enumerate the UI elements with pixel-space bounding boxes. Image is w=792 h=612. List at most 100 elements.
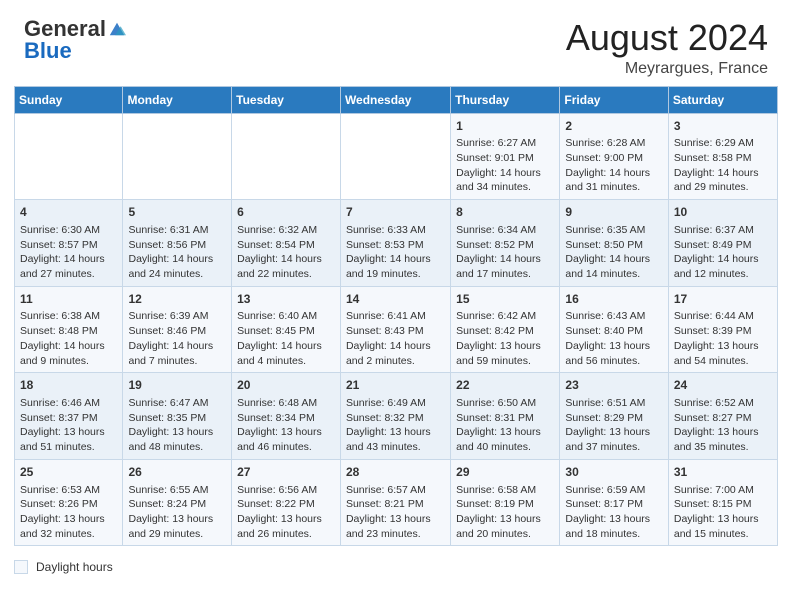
day-info: Daylight: 14 hours and 24 minutes. [128,252,226,281]
day-info: Sunrise: 6:44 AM [674,309,772,324]
calendar-cell: 7Sunrise: 6:33 AMSunset: 8:53 PMDaylight… [340,200,450,287]
calendar-cell: 22Sunrise: 6:50 AMSunset: 8:31 PMDayligh… [451,373,560,460]
calendar-cell: 5Sunrise: 6:31 AMSunset: 8:56 PMDaylight… [123,200,232,287]
day-info: Sunset: 8:52 PM [456,238,554,253]
day-info: Daylight: 14 hours and 4 minutes. [237,339,335,368]
day-info: Sunrise: 6:37 AM [674,223,772,238]
day-info: Sunrise: 6:51 AM [565,396,662,411]
logo-blue-text: Blue [24,38,72,63]
day-info: Daylight: 13 hours and 29 minutes. [128,512,226,541]
day-info: Sunset: 8:43 PM [346,324,445,339]
calendar-week-2: 4Sunrise: 6:30 AMSunset: 8:57 PMDaylight… [15,200,778,287]
day-info: Daylight: 13 hours and 26 minutes. [237,512,335,541]
day-info: Sunrise: 6:57 AM [346,483,445,498]
day-number: 18 [20,377,117,394]
day-info: Sunrise: 6:52 AM [674,396,772,411]
day-info: Daylight: 13 hours and 37 minutes. [565,425,662,454]
day-info: Daylight: 14 hours and 29 minutes. [674,166,772,195]
day-info: Daylight: 14 hours and 2 minutes. [346,339,445,368]
day-info: Daylight: 13 hours and 43 minutes. [346,425,445,454]
calendar-cell: 29Sunrise: 6:58 AMSunset: 8:19 PMDayligh… [451,459,560,546]
calendar-cell: 27Sunrise: 6:56 AMSunset: 8:22 PMDayligh… [232,459,341,546]
day-number: 27 [237,464,335,481]
day-info: Sunrise: 6:55 AM [128,483,226,498]
day-info: Daylight: 13 hours and 46 minutes. [237,425,335,454]
calendar-cell: 25Sunrise: 6:53 AMSunset: 8:26 PMDayligh… [15,459,123,546]
day-info: Sunset: 8:39 PM [674,324,772,339]
day-info: Daylight: 13 hours and 48 minutes. [128,425,226,454]
calendar-cell: 11Sunrise: 6:38 AMSunset: 8:48 PMDayligh… [15,286,123,373]
calendar-cell [15,113,123,200]
day-number: 31 [674,464,772,481]
day-info: Sunset: 8:31 PM [456,411,554,426]
calendar-table: Sunday Monday Tuesday Wednesday Thursday… [14,86,778,547]
col-monday: Monday [123,86,232,113]
day-info: Sunset: 9:01 PM [456,151,554,166]
day-info: Sunrise: 7:00 AM [674,483,772,498]
calendar-week-3: 11Sunrise: 6:38 AMSunset: 8:48 PMDayligh… [15,286,778,373]
logo-general-text: General [24,18,106,40]
day-info: Sunset: 8:34 PM [237,411,335,426]
calendar-cell: 23 Sunrise: 6:51 AMSunset: 8:29 PMDayligh… [560,373,668,460]
calendar-cell: 24Sunrise: 6:52 AMSunset: 8:27 PMDayligh… [668,373,777,460]
day-info: Sunset: 8:46 PM [128,324,226,339]
calendar-cell: 14Sunrise: 6:41 AMSunset: 8:43 PMDayligh… [340,286,450,373]
day-info: Sunrise: 6:27 AM [456,136,554,151]
day-number: 30 [565,464,662,481]
title-area: August 2024 Meyrargues, France [566,18,768,78]
calendar-cell: 3Sunrise: 6:29 AMSunset: 8:58 PMDaylight… [668,113,777,200]
day-info: Sunset: 8:19 PM [456,497,554,512]
day-info: Sunrise: 6:31 AM [128,223,226,238]
day-info: Sunset: 8:29 PM [565,411,662,426]
day-info: Sunrise: 6:40 AM [237,309,335,324]
day-info: Daylight: 13 hours and 23 minutes. [346,512,445,541]
calendar-cell [340,113,450,200]
calendar-cell: 8Sunrise: 6:34 AMSunset: 8:52 PMDaylight… [451,200,560,287]
day-info: Daylight: 14 hours and 7 minutes. [128,339,226,368]
day-info: Daylight: 14 hours and 34 minutes. [456,166,554,195]
day-info: Sunset: 8:32 PM [346,411,445,426]
calendar-cell: 21Sunrise: 6:49 AMSunset: 8:32 PMDayligh… [340,373,450,460]
day-info: Sunrise: 6:41 AM [346,309,445,324]
calendar-cell: 15Sunrise: 6:42 AMSunset: 8:42 PMDayligh… [451,286,560,373]
calendar-cell: 26Sunrise: 6:55 AMSunset: 8:24 PMDayligh… [123,459,232,546]
calendar-cell: 20Sunrise: 6:48 AMSunset: 8:34 PMDayligh… [232,373,341,460]
day-info: Sunrise: 6:47 AM [128,396,226,411]
day-info: Sunset: 8:58 PM [674,151,772,166]
day-info: Sunset: 8:53 PM [346,238,445,253]
daylight-label: Daylight hours [36,560,113,574]
day-info: Daylight: 14 hours and 9 minutes. [20,339,117,368]
day-info: Daylight: 13 hours and 40 minutes. [456,425,554,454]
day-info: Sunrise: 6:32 AM [237,223,335,238]
day-number: 28 [346,464,445,481]
day-number: 24 [674,377,772,394]
day-info: Daylight: 14 hours and 19 minutes. [346,252,445,281]
day-info: Daylight: 13 hours and 18 minutes. [565,512,662,541]
calendar-cell: 6Sunrise: 6:32 AMSunset: 8:54 PMDaylight… [232,200,341,287]
day-info: Daylight: 13 hours and 56 minutes. [565,339,662,368]
day-number: 23 [565,377,662,394]
day-number: 19 [128,377,226,394]
day-number: 14 [346,291,445,308]
day-number: 11 [20,291,117,308]
day-info: Daylight: 14 hours and 14 minutes. [565,252,662,281]
day-info: Daylight: 14 hours and 17 minutes. [456,252,554,281]
day-info: Sunset: 8:15 PM [674,497,772,512]
day-info: Sunrise: 6:53 AM [20,483,117,498]
day-number: 8 [456,204,554,221]
day-info: Sunset: 8:49 PM [674,238,772,253]
day-info: Daylight: 13 hours and 59 minutes. [456,339,554,368]
calendar-cell: 13Sunrise: 6:40 AMSunset: 8:45 PMDayligh… [232,286,341,373]
logo: General Blue [24,18,126,63]
day-info: Daylight: 13 hours and 20 minutes. [456,512,554,541]
calendar-cell: 18Sunrise: 6:46 AMSunset: 8:37 PMDayligh… [15,373,123,460]
col-wednesday: Wednesday [340,86,450,113]
day-info: Sunrise: 6:42 AM [456,309,554,324]
day-info: Sunrise: 6:30 AM [20,223,117,238]
day-info: Daylight: 14 hours and 27 minutes. [20,252,117,281]
calendar-cell: 12Sunrise: 6:39 AMSunset: 8:46 PMDayligh… [123,286,232,373]
day-number: 12 [128,291,226,308]
day-number: 17 [674,291,772,308]
day-info: Sunrise: 6:33 AM [346,223,445,238]
day-info: Sunset: 8:56 PM [128,238,226,253]
